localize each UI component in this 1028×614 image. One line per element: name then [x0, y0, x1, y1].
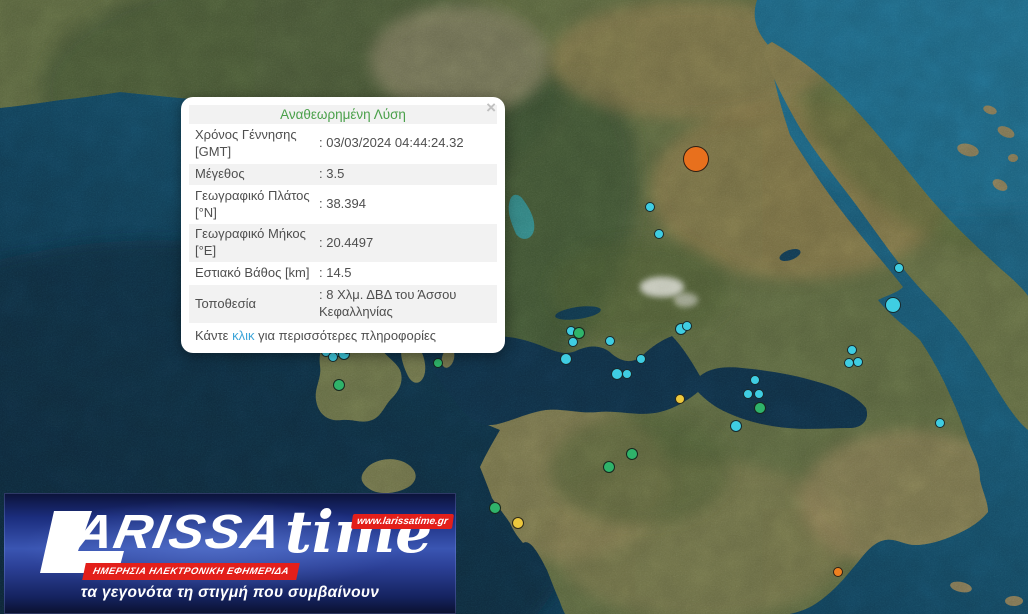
- popup-row: Γεωγραφικό Πλάτος [°N]: 38.394: [189, 186, 497, 224]
- popup-row-value: : 3.5: [313, 166, 491, 183]
- popup-row-label: Εστιακό Βάθος [km]: [195, 265, 313, 282]
- logo-subtitle-badge: ΗΜΕΡΗΣΙΑ ΗΛΕΚΤΡΟΝΙΚΗ ΕΦΗΜΕΡΙΔΑ: [82, 563, 300, 580]
- popup-close-icon[interactable]: ×: [486, 99, 496, 116]
- popup-footer-suffix: για περισσότερες πληροφορίες: [254, 328, 436, 343]
- popup-row: Εστιακό Βάθος [km]: 14.5: [189, 263, 497, 284]
- earthquake-marker[interactable]: [328, 352, 338, 362]
- popup-row-value: : 38.394: [313, 196, 491, 213]
- popup-row-value: : 03/03/2024 04:44:24.32: [313, 135, 491, 152]
- earthquake-marker[interactable]: [654, 229, 664, 239]
- earthquake-marker[interactable]: [754, 389, 764, 399]
- earthquake-marker[interactable]: [568, 337, 578, 347]
- earthquake-marker[interactable]: [636, 354, 646, 364]
- earthquake-marker[interactable]: [645, 202, 655, 212]
- popup-rows: Χρόνος Γέννησης [GMT]: 03/03/2024 04:44:…: [189, 125, 497, 323]
- logo-url-badge: www.larissatime.gr: [351, 514, 454, 529]
- popup-row-value: : 14.5: [313, 265, 491, 282]
- map-application: Αναθεωρημένη Λύση Χρόνος Γέννησης [GMT]:…: [0, 0, 1028, 614]
- earthquake-marker[interactable]: [626, 448, 638, 460]
- popup-row: Μέγεθος: 3.5: [189, 164, 497, 185]
- earthquake-marker[interactable]: [730, 420, 742, 432]
- popup-row: Γεωγραφικό Μήκος [°E]: 20.4497: [189, 224, 497, 262]
- earthquake-marker[interactable]: [560, 353, 572, 365]
- earthquake-marker[interactable]: [894, 263, 904, 273]
- earthquake-marker[interactable]: [847, 345, 857, 355]
- earthquake-marker[interactable]: [682, 321, 692, 331]
- earthquake-marker[interactable]: [853, 357, 863, 367]
- earthquake-info-popup: Αναθεωρημένη Λύση Χρόνος Γέννησης [GMT]:…: [181, 97, 505, 353]
- earthquake-marker[interactable]: [605, 336, 615, 346]
- earthquake-marker[interactable]: [512, 517, 524, 529]
- earthquake-marker[interactable]: [333, 379, 345, 391]
- earthquake-marker[interactable]: [750, 375, 760, 385]
- more-info-link[interactable]: κλικ: [232, 328, 254, 343]
- popup-row: Τοποθεσία: 8 Χλμ. ΔΒΔ του Άσσου Κεφαλλην…: [189, 285, 497, 323]
- logo-brand-primary: ARISSA: [70, 505, 286, 560]
- earthquake-marker[interactable]: [603, 461, 615, 473]
- earthquake-marker[interactable]: [433, 358, 443, 368]
- earthquake-marker[interactable]: [935, 418, 945, 428]
- earthquake-marker[interactable]: [743, 389, 753, 399]
- logo-brand-secondary: time: [285, 503, 432, 561]
- popup-row-label: Χρόνος Γέννησης [GMT]: [195, 127, 313, 161]
- earthquake-marker[interactable]: [885, 297, 901, 313]
- popup-row-value: : 20.4497: [313, 235, 491, 252]
- earthquake-marker[interactable]: [622, 369, 632, 379]
- popup-row: Χρόνος Γέννησης [GMT]: 03/03/2024 04:44:…: [189, 125, 497, 163]
- earthquake-marker[interactable]: [683, 146, 709, 172]
- popup-row-label: Μέγεθος: [195, 166, 313, 183]
- popup-row-label: Τοποθεσία: [195, 296, 313, 313]
- logo-tagline: τα γεγονότα τη στιγμή που συμβαίνουν: [4, 584, 456, 602]
- popup-title: Αναθεωρημένη Λύση: [189, 105, 497, 124]
- earthquake-marker[interactable]: [833, 567, 843, 577]
- popup-row-label: Γεωγραφικό Πλάτος [°N]: [195, 188, 313, 222]
- popup-footer-note: Κάντε κλικ για περισσότερες πληροφορίες: [189, 324, 497, 346]
- popup-row-value: : 8 Χλμ. ΔΒΔ του Άσσου Κεφαλληνίας: [313, 287, 491, 321]
- earthquake-marker[interactable]: [675, 394, 685, 404]
- earthquake-marker[interactable]: [754, 402, 766, 414]
- earthquake-marker[interactable]: [489, 502, 501, 514]
- popup-row-label: Γεωγραφικό Μήκος [°E]: [195, 226, 313, 260]
- popup-footer-prefix: Κάντε: [195, 328, 232, 343]
- larissatime-logo-banner: ARISSA time www.larissatime.gr ΗΜΕΡΗΣΙΑ …: [4, 493, 456, 614]
